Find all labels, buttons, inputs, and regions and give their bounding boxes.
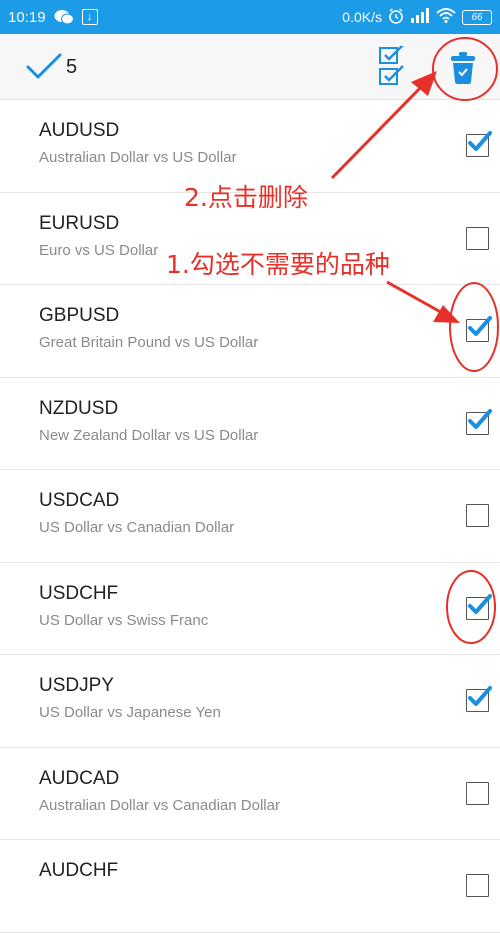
status-bar: 10:19 ↓ 0.0K/s 66 [0, 0, 500, 34]
download-icon: ↓ [81, 9, 98, 25]
network-speed: 0.0K/s [342, 9, 382, 25]
symbol-name: USDCAD [39, 490, 120, 511]
wechat-icon [54, 9, 74, 25]
action-toolbar: 5 [0, 34, 500, 100]
selected-count: 5 [66, 56, 78, 78]
symbol-row[interactable]: GBPUSD Great Britain Pound vs US Dollar [0, 285, 500, 378]
checkbox-checked[interactable] [466, 686, 492, 712]
checkbox-checked[interactable] [466, 316, 492, 342]
symbol-description: US Dollar vs Swiss Franc [39, 611, 209, 629]
status-time: 10:19 [8, 8, 46, 26]
symbol-name: USDJPY [39, 675, 114, 696]
symbol-row[interactable]: USDCAD US Dollar vs Canadian Dollar [0, 470, 500, 563]
symbol-name: AUDUSD [39, 120, 120, 141]
symbol-description: Australian Dollar vs Canadian Dollar [39, 796, 280, 814]
symbol-row[interactable]: USDJPY US Dollar vs Japanese Yen [0, 655, 500, 748]
symbol-row[interactable]: NZDUSD New Zealand Dollar vs US Dollar [0, 378, 500, 470]
symbol-name: NZDUSD [39, 397, 119, 419]
battery-icon: 66 [462, 9, 492, 25]
symbol-name: GBPUSD [39, 305, 120, 326]
checkbox-checked[interactable] [466, 593, 492, 620]
checkbox-unchecked[interactable] [466, 226, 489, 250]
alarm-icon [388, 7, 404, 27]
signal-icon [410, 8, 430, 26]
checkbox-unchecked[interactable] [466, 781, 489, 805]
symbol-row[interactable]: AUDCAD Australian Dollar vs Canadian Doll… [0, 748, 500, 840]
checkbox-checked[interactable] [466, 131, 492, 157]
symbol-name: EURUSD [39, 212, 120, 234]
symbol-list: AUDUSD Australian Dollar vs US Dollar EURU… [0, 100, 500, 933]
trash-icon[interactable] [448, 50, 478, 86]
checkmark-icon [468, 593, 492, 614]
symbol-name: AUDCHF [39, 860, 119, 881]
symbol-description: US Dollar vs Japanese Yen [39, 704, 221, 721]
wifi-icon [436, 8, 456, 26]
select-all-icon[interactable] [378, 44, 406, 88]
symbol-row[interactable]: USDCHF US Dollar vs Swiss Franc [0, 563, 500, 655]
symbol-description: New Zealand Dollar vs US Dollar [39, 426, 259, 444]
symbol-description: Great Britain Pound vs US Dollar [39, 334, 259, 351]
checkmark-icon [468, 686, 492, 706]
symbol-name: USDCHF [39, 582, 119, 604]
checkmark-icon [468, 131, 492, 151]
symbol-name: AUDCAD [39, 767, 120, 789]
symbol-row[interactable]: AUDCHF [0, 840, 500, 933]
annotation-step-2: 2.点击删除 [184, 183, 308, 212]
annotation-step-1: 1.勾选不需要的品种 [166, 250, 390, 279]
checkmark-icon [468, 316, 492, 336]
checkbox-checked[interactable] [466, 408, 492, 435]
checkbox-unchecked[interactable] [466, 874, 489, 897]
symbol-description: Euro vs US Dollar [39, 241, 159, 259]
checkbox-unchecked[interactable] [466, 504, 489, 527]
checkmark-icon [468, 408, 492, 429]
symbol-description: Australian Dollar vs US Dollar [39, 149, 237, 166]
symbol-description: US Dollar vs Canadian Dollar [39, 519, 235, 536]
checkmark-icon[interactable] [26, 52, 62, 82]
